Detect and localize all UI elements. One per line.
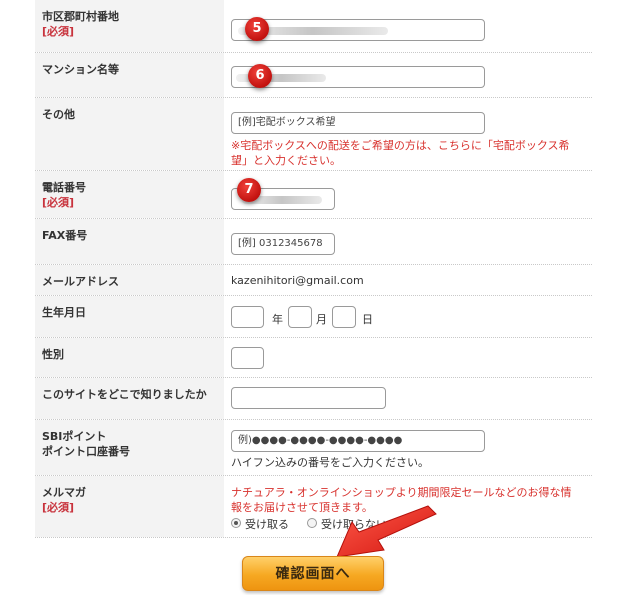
arrow-annotation (336, 505, 437, 558)
red-arrow-icon (336, 505, 437, 558)
confirm-button[interactable]: 確認画面へ (242, 556, 384, 591)
